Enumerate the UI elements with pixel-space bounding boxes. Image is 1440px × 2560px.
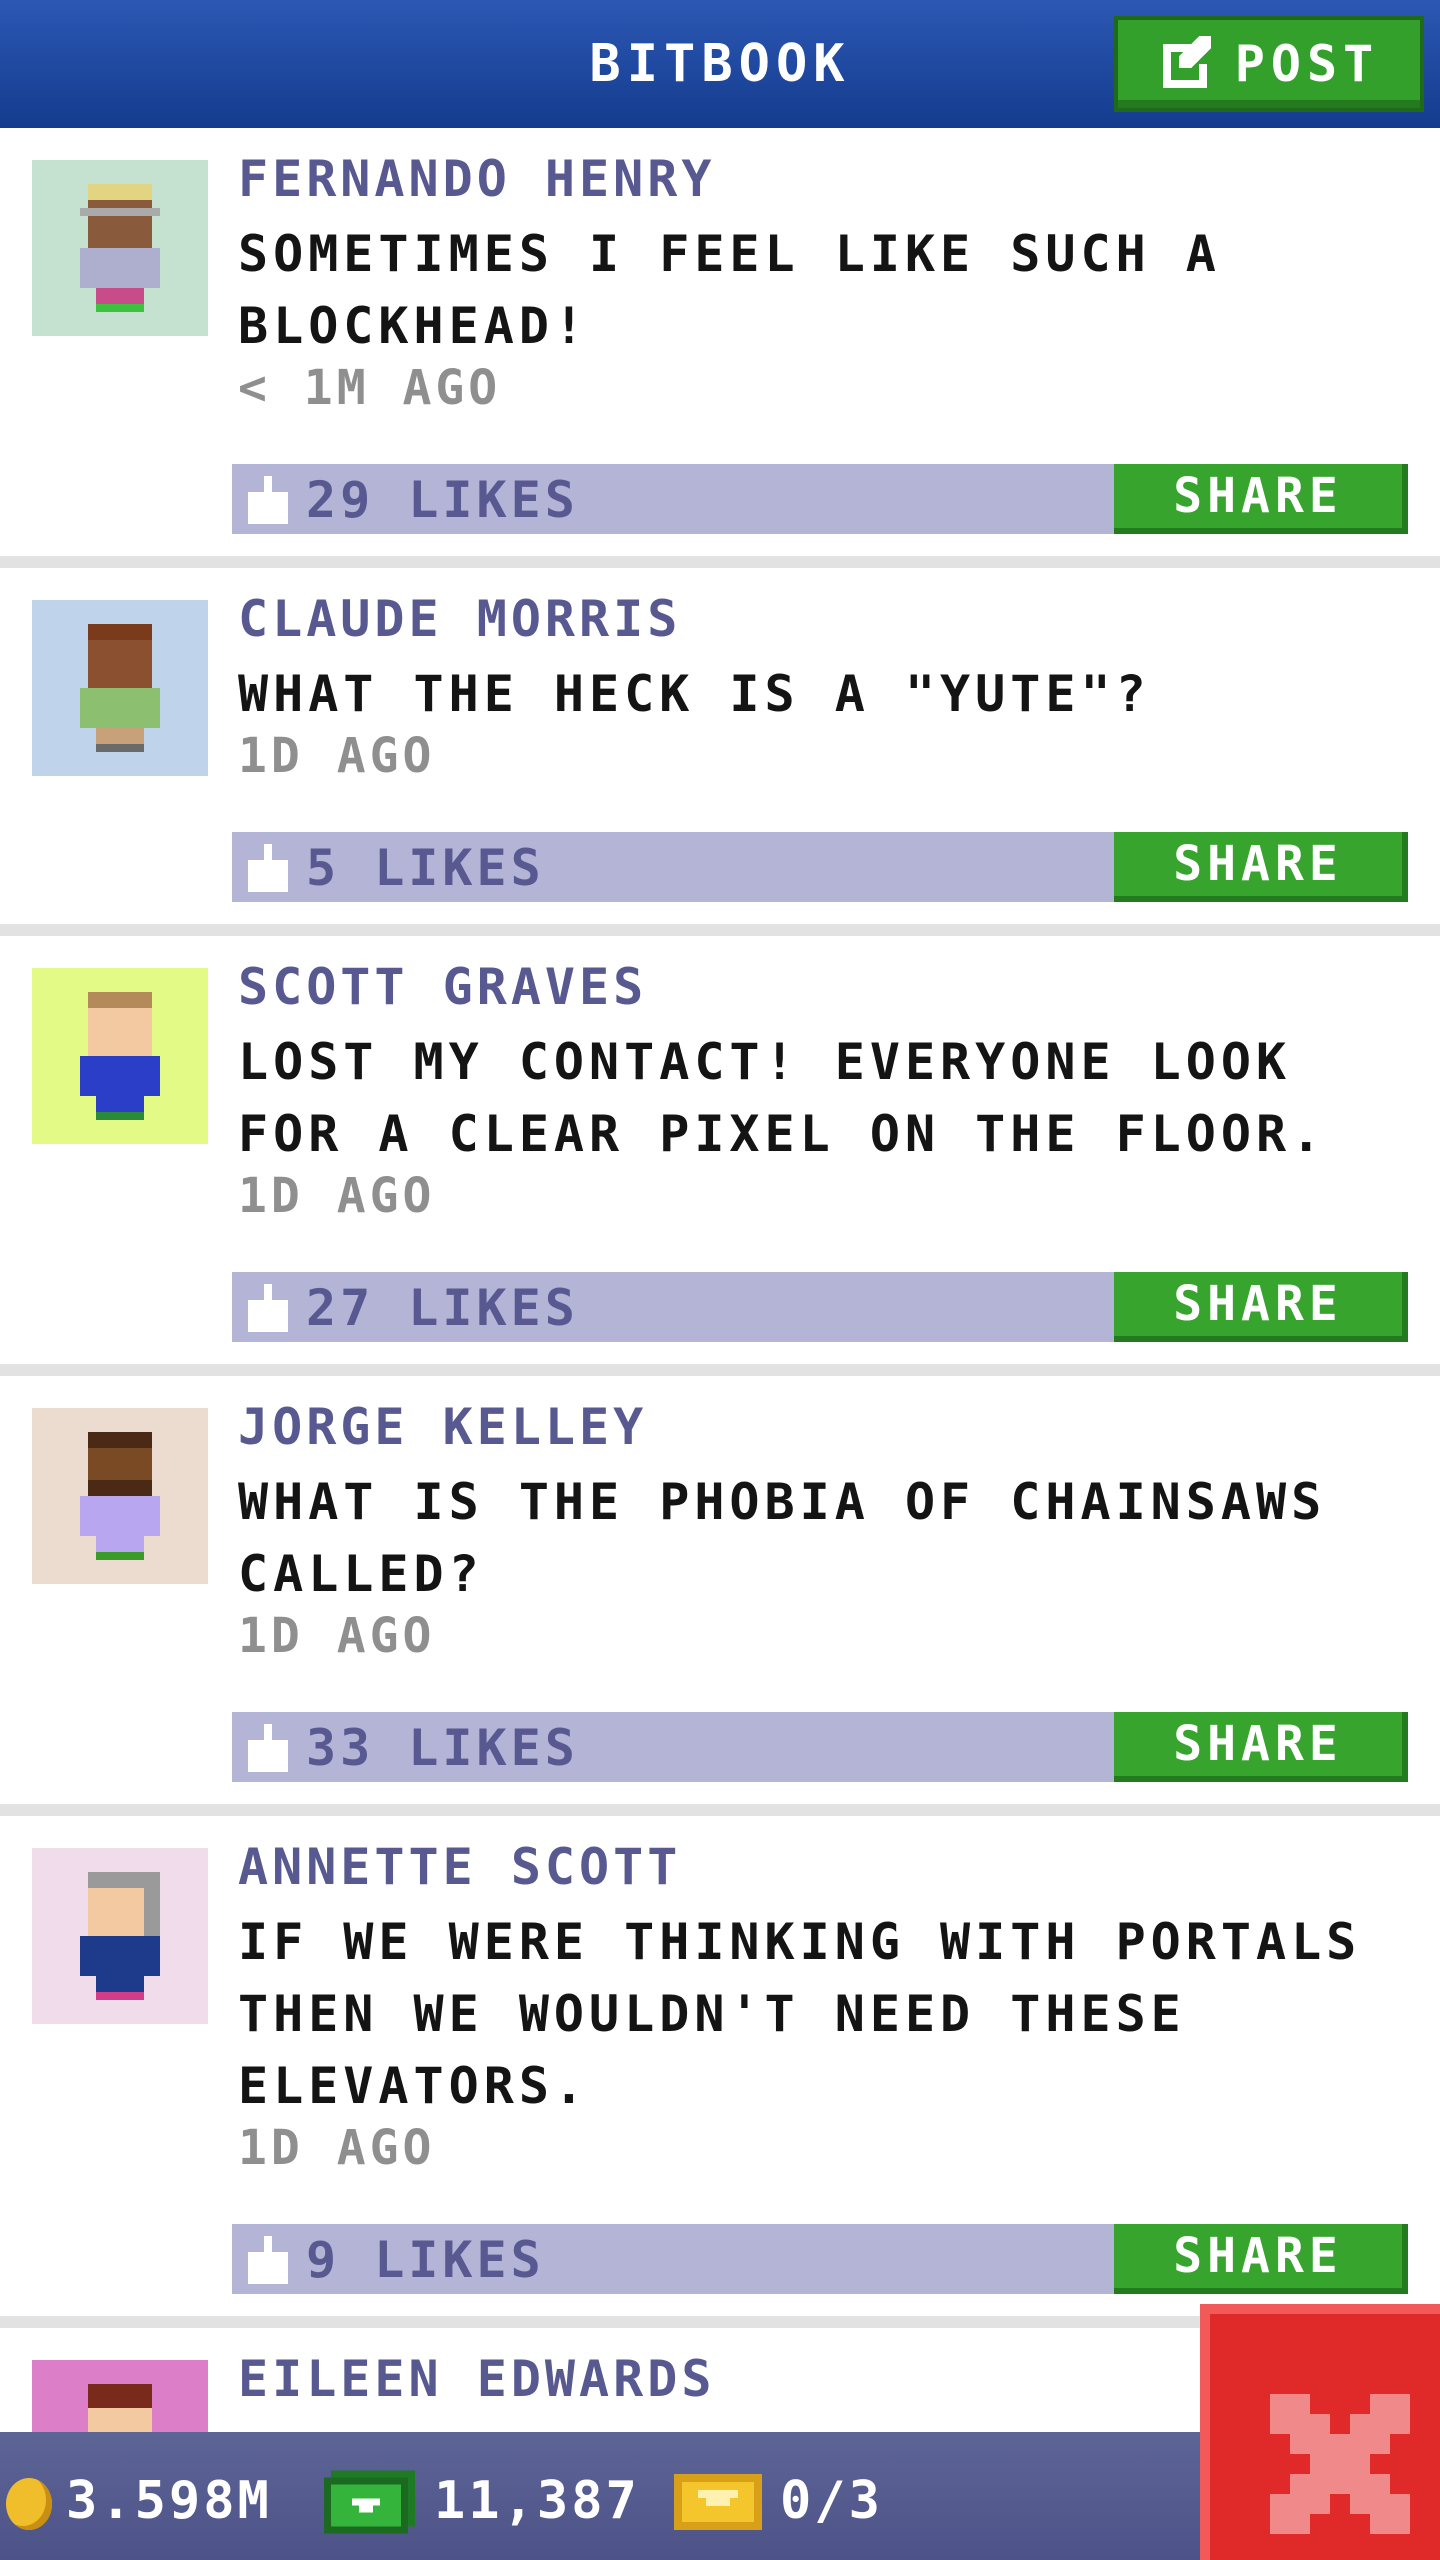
avatar	[32, 1408, 208, 1584]
like-count[interactable]: 29 LIKES	[306, 464, 579, 534]
ticket-icon	[674, 2474, 762, 2530]
bux-balance: 11,387	[434, 2471, 640, 2531]
thumbs-up-icon	[248, 1724, 288, 1772]
post-time: 1D AGO	[238, 728, 436, 784]
avatar	[32, 160, 208, 336]
close-button[interactable]	[1200, 2304, 1440, 2560]
like-count[interactable]: 5 LIKES	[306, 832, 545, 902]
thumbs-up-icon	[248, 476, 288, 524]
avatar	[32, 1848, 208, 2024]
poster-name[interactable]: JORGE KELLEY	[238, 1398, 647, 1456]
post-message: WHAT IS THE PHOBIA OF CHAINSAWS CALLED?	[238, 1473, 1327, 1603]
post-time: 1D AGO	[238, 1168, 436, 1224]
poster-name[interactable]: ANNETTE SCOTT	[238, 1838, 681, 1896]
share-button[interactable]: SHARE	[1114, 832, 1408, 902]
post-card: SCOTT GRAVES LOST MY CONTACT! EVERYONE L…	[0, 936, 1440, 1364]
post-button-label: POST	[1234, 35, 1380, 93]
edit-icon	[1162, 36, 1211, 88]
like-bar: 27 LIKES SHARE	[232, 1272, 1408, 1342]
like-bar: 33 LIKES SHARE	[232, 1712, 1408, 1782]
header-bar: BITBOOK POST	[0, 0, 1440, 128]
share-button[interactable]: SHARE	[1114, 1712, 1408, 1782]
post-time: 1D AGO	[238, 1608, 436, 1664]
post-message: LOST MY CONTACT! EVERYONE LOOK FOR A CLE…	[238, 1033, 1327, 1163]
ticket-count: 0/3	[780, 2471, 883, 2531]
coin-icon	[6, 2478, 52, 2530]
thumbs-up-icon	[248, 1284, 288, 1332]
share-button[interactable]: SHARE	[1114, 1272, 1408, 1342]
avatar	[32, 968, 208, 1144]
post-button[interactable]: POST	[1114, 16, 1424, 112]
post-card: JORGE KELLEY WHAT IS THE PHOBIA OF CHAIN…	[0, 1376, 1440, 1804]
close-icon	[1270, 2394, 1410, 2534]
post-feed: FERNANDO HENRY SOMETIMES I FEEL LIKE SUC…	[0, 128, 1440, 2540]
like-count[interactable]: 27 LIKES	[306, 1272, 579, 1342]
post-time: < 1M AGO	[238, 360, 502, 416]
like-bar: 9 LIKES SHARE	[232, 2224, 1408, 2294]
like-count[interactable]: 9 LIKES	[306, 2224, 545, 2294]
thumbs-up-icon	[248, 2236, 288, 2284]
avatar	[32, 600, 208, 776]
post-message: WHAT THE HECK IS A "YUTE"?	[238, 665, 1151, 723]
post-card: FERNANDO HENRY SOMETIMES I FEEL LIKE SUC…	[0, 128, 1440, 556]
like-count[interactable]: 33 LIKES	[306, 1712, 579, 1782]
like-bar: 5 LIKES SHARE	[232, 832, 1408, 902]
post-time: 1D AGO	[238, 2120, 436, 2176]
bux-icon	[324, 2470, 415, 2534]
thumbs-up-icon	[248, 844, 288, 892]
poster-name[interactable]: CLAUDE MORRIS	[238, 590, 681, 648]
post-card: ANNETTE SCOTT IF WE WERE THINKING WITH P…	[0, 1816, 1440, 2316]
share-button[interactable]: SHARE	[1114, 464, 1408, 534]
post-message: SOMETIMES I FEEL LIKE SUCH A BLOCKHEAD!	[238, 225, 1221, 355]
share-button[interactable]: SHARE	[1114, 2224, 1408, 2294]
poster-name[interactable]: EILEEN EDWARDS	[238, 2350, 715, 2408]
like-bar: 29 LIKES SHARE	[232, 464, 1408, 534]
poster-name[interactable]: SCOTT GRAVES	[238, 958, 647, 1016]
coin-balance: 3.598M	[66, 2471, 272, 2531]
post-message: IF WE WERE THINKING WITH PORTALS THEN WE…	[238, 1913, 1362, 2115]
post-card: CLAUDE MORRIS WHAT THE HECK IS A "YUTE"?…	[0, 568, 1440, 924]
poster-name[interactable]: FERNANDO HENRY	[238, 150, 715, 208]
